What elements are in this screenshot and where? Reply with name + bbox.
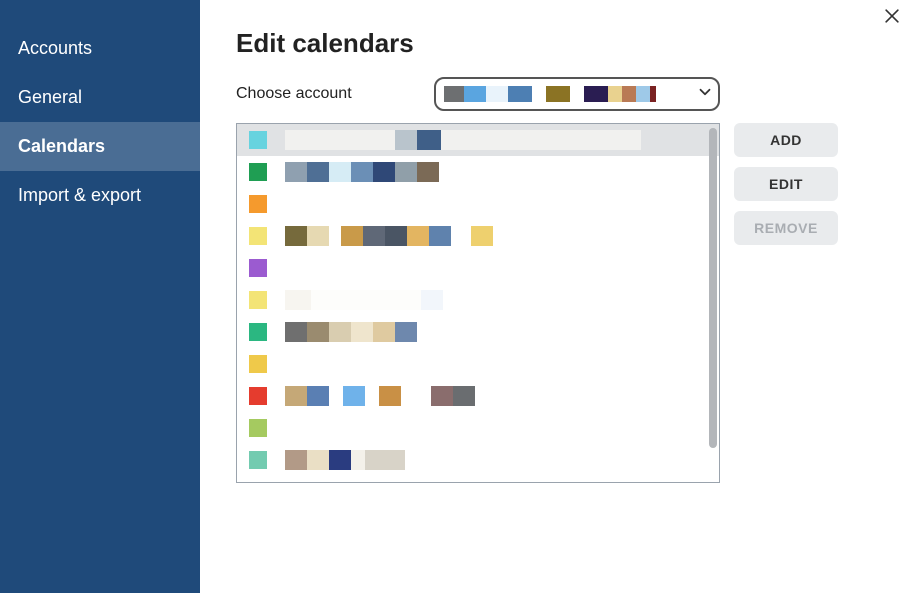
account-swatch bbox=[636, 86, 650, 102]
account-swatch bbox=[508, 86, 532, 102]
calendar-name-redacted bbox=[285, 322, 417, 342]
sidebar: Accounts General Calendars Import & expo… bbox=[0, 0, 200, 593]
account-swatch bbox=[464, 86, 486, 102]
calendar-color-swatch bbox=[249, 163, 267, 181]
calendar-color-swatch bbox=[249, 131, 267, 149]
sidebar-item-import-export[interactable]: Import & export bbox=[0, 171, 200, 220]
calendar-list[interactable] bbox=[236, 123, 720, 483]
calendar-list-item[interactable] bbox=[237, 188, 719, 220]
account-row: Choose account bbox=[236, 77, 876, 111]
calendar-color-swatch bbox=[249, 259, 267, 277]
calendar-list-item[interactable] bbox=[237, 124, 719, 156]
sidebar-item-calendars[interactable]: Calendars bbox=[0, 122, 200, 171]
calendar-list-item[interactable] bbox=[237, 284, 719, 316]
calendar-name-redacted bbox=[285, 162, 439, 182]
account-swatch bbox=[570, 86, 584, 102]
calendar-color-swatch bbox=[249, 323, 267, 341]
calendar-color-swatch bbox=[249, 387, 267, 405]
main-panel: Edit calendars Choose account ADD EDIT R… bbox=[200, 0, 912, 593]
account-swatch bbox=[622, 86, 636, 102]
add-button[interactable]: ADD bbox=[734, 123, 838, 157]
choose-account-label: Choose account bbox=[236, 85, 416, 103]
remove-button: REMOVE bbox=[734, 211, 838, 245]
calendar-color-swatch bbox=[249, 419, 267, 437]
account-swatch bbox=[486, 86, 508, 102]
account-swatch bbox=[444, 86, 464, 102]
calendar-list-item[interactable] bbox=[237, 316, 719, 348]
sidebar-item-accounts[interactable]: Accounts bbox=[0, 24, 200, 73]
calendar-color-swatch bbox=[249, 227, 267, 245]
calendar-name-redacted bbox=[285, 130, 641, 150]
calendar-color-swatch bbox=[249, 355, 267, 373]
account-select[interactable] bbox=[434, 77, 720, 111]
calendar-list-item[interactable] bbox=[237, 252, 719, 284]
account-swatch bbox=[532, 86, 546, 102]
close-button[interactable] bbox=[882, 6, 902, 31]
chevron-down-icon bbox=[696, 83, 714, 106]
calendar-color-swatch bbox=[249, 195, 267, 213]
calendar-list-item[interactable] bbox=[237, 380, 719, 412]
calendar-color-swatch bbox=[249, 451, 267, 469]
calendar-color-swatch bbox=[249, 291, 267, 309]
page-title: Edit calendars bbox=[236, 28, 876, 59]
calendar-list-item[interactable] bbox=[237, 156, 719, 188]
calendar-list-item[interactable] bbox=[237, 220, 719, 252]
scrollbar-thumb[interactable] bbox=[709, 128, 717, 448]
account-swatch bbox=[546, 86, 570, 102]
calendar-list-item[interactable] bbox=[237, 348, 719, 380]
sidebar-item-general[interactable]: General bbox=[0, 73, 200, 122]
account-swatch bbox=[650, 86, 656, 102]
scrollbar[interactable] bbox=[707, 128, 719, 478]
calendar-list-item[interactable] bbox=[237, 412, 719, 444]
calendar-list-item[interactable] bbox=[237, 444, 719, 476]
calendar-list-item[interactable] bbox=[237, 476, 719, 482]
account-select-value bbox=[444, 86, 692, 102]
action-buttons: ADD EDIT REMOVE bbox=[734, 123, 838, 245]
calendar-name-redacted bbox=[285, 290, 443, 310]
calendar-name-redacted bbox=[285, 386, 475, 406]
calendar-name-redacted bbox=[285, 226, 493, 246]
close-icon bbox=[882, 6, 902, 26]
account-swatch bbox=[584, 86, 608, 102]
calendar-name-redacted bbox=[285, 450, 405, 470]
account-swatch bbox=[608, 86, 622, 102]
edit-button[interactable]: EDIT bbox=[734, 167, 838, 201]
